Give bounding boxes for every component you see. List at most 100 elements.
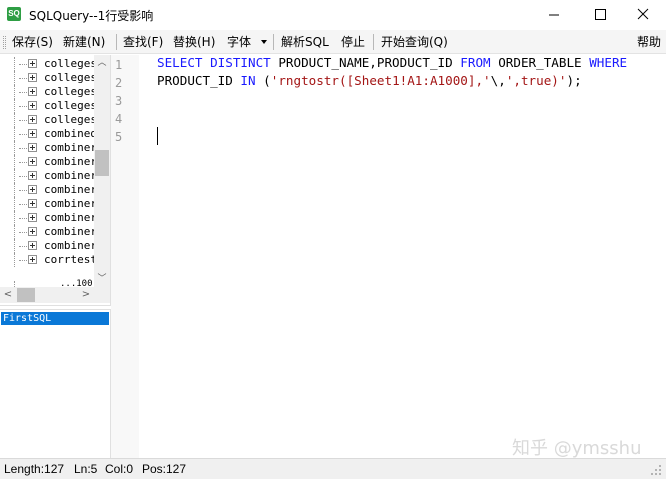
tree-item[interactable]: combiner <box>0 183 97 197</box>
expand-plus-icon[interactable] <box>28 255 37 264</box>
window-title: SQLQuery--1行受影响 <box>29 9 154 23</box>
expand-plus-icon[interactable] <box>28 213 37 222</box>
expand-plus-icon[interactable] <box>28 227 37 236</box>
watermark: 知乎 @ymsshu <box>512 438 642 459</box>
tree-line <box>19 176 27 177</box>
new-button[interactable]: 新建(N) <box>63 33 105 51</box>
find-button[interactable]: 查找(F) <box>123 33 163 51</box>
tree-line <box>14 239 15 253</box>
close-icon <box>637 8 649 20</box>
table-tree[interactable]: colleges colleges colleges colleges colleges… <box>0 55 111 306</box>
expand-plus-icon[interactable] <box>28 185 37 194</box>
tree-item[interactable]: combiner <box>0 141 97 155</box>
resize-grip-icon[interactable] <box>650 464 662 476</box>
code-line-2: PRODUCT_ID IN ('rngtostr([Sheet1!A1:A100… <box>157 72 582 90</box>
tree-item-label: combiner <box>44 239 97 252</box>
code-text: PRODUCT_ID <box>157 73 241 88</box>
tree-item[interactable]: colleges <box>0 99 97 113</box>
tree-line <box>19 204 27 205</box>
line-number: 5 <box>115 130 123 144</box>
tree-item[interactable]: combiner <box>0 239 97 253</box>
tree-item[interactable]: combined <box>0 127 97 141</box>
expand-plus-icon[interactable] <box>28 171 37 180</box>
tree-item[interactable]: combiner <box>0 155 97 169</box>
string-literal: 'rngtostr([Sheet1!A1:A1000],' <box>270 73 491 88</box>
tree-item-label: combiner <box>44 183 97 196</box>
line-number: 2 <box>115 76 123 90</box>
tree-line <box>14 85 15 99</box>
tree-line <box>19 246 27 247</box>
parse-sql-button[interactable]: 解析SQL <box>281 33 329 51</box>
expand-plus-icon[interactable] <box>28 199 37 208</box>
code-text: ORDER_TABLE <box>490 55 590 70</box>
query-item-firstsql[interactable]: FirstSQL <box>1 312 109 325</box>
tree-vertical-scrollbar[interactable]: ︿ ﹀ <box>94 55 110 287</box>
scroll-up-icon[interactable]: ︿ <box>94 55 110 71</box>
toolbar-grip[interactable] <box>3 36 6 49</box>
scroll-left-icon[interactable]: < <box>0 287 16 303</box>
sql-editor[interactable]: SELECT DISTINCT PRODUCT_NAME,PRODUCT_ID … <box>139 55 666 458</box>
tree-item[interactable]: colleges <box>0 71 97 85</box>
tree-item[interactable]: combiner <box>0 197 97 211</box>
expand-plus-icon[interactable] <box>28 73 37 82</box>
tree-item-label: colleges <box>44 113 97 126</box>
tree-line <box>19 162 27 163</box>
text-caret <box>157 127 158 145</box>
stop-button[interactable]: 停止 <box>341 33 365 51</box>
toolbar-separator <box>373 34 374 50</box>
expand-plus-icon[interactable] <box>28 157 37 166</box>
tree-item[interactable]: colleges <box>0 57 97 71</box>
tree-line <box>14 141 15 155</box>
expand-plus-icon[interactable] <box>28 241 37 250</box>
scroll-right-icon[interactable]: > <box>78 287 94 303</box>
tree-item-label: colleges <box>44 57 97 70</box>
scroll-corner <box>94 287 110 303</box>
maximize-button[interactable] <box>577 0 623 30</box>
tree-line <box>14 225 15 239</box>
keyword: IN <box>240 73 256 88</box>
expand-plus-icon[interactable] <box>28 115 37 124</box>
expand-plus-icon[interactable] <box>28 101 37 110</box>
keyword: FROM <box>460 55 491 70</box>
font-button[interactable]: 字体 <box>227 33 251 51</box>
tree-item-label: combiner <box>44 169 97 182</box>
tree-line <box>19 134 27 135</box>
tree-item[interactable]: colleges <box>0 113 97 127</box>
status-position: Pos:127 <box>142 462 187 476</box>
scroll-thumb[interactable] <box>17 288 35 302</box>
minimize-button[interactable] <box>531 0 577 30</box>
font-dropdown-icon[interactable] <box>261 40 267 44</box>
expand-plus-icon[interactable] <box>28 59 37 68</box>
expand-plus-icon[interactable] <box>28 143 37 152</box>
replace-button[interactable]: 替换(H) <box>173 33 215 51</box>
save-button[interactable]: 保存(S) <box>12 33 53 51</box>
tree-item[interactable]: combiner <box>0 225 97 239</box>
tree-horizontal-scrollbar[interactable]: < > <box>0 287 94 303</box>
keyword: SELECT DISTINCT <box>157 55 271 70</box>
status-line: Ln:5 <box>74 462 98 476</box>
tree-item-label: combiner <box>44 211 97 224</box>
code-text: PRODUCT_NAME,PRODUCT_ID <box>270 55 461 70</box>
tree-line <box>14 127 15 141</box>
tree-item-label: colleges <box>44 71 97 84</box>
tree-item[interactable]: combiner <box>0 211 97 225</box>
expand-plus-icon[interactable] <box>28 129 37 138</box>
status-column: Col:0 <box>105 462 134 476</box>
tree-line <box>14 113 15 127</box>
tree-item[interactable]: colleges <box>0 85 97 99</box>
tree-item-label: colleges <box>44 85 97 98</box>
tree-line <box>19 120 27 121</box>
tree-line <box>19 148 27 149</box>
help-button[interactable]: 帮助 <box>637 33 661 51</box>
scroll-thumb[interactable] <box>95 150 109 176</box>
expand-plus-icon[interactable] <box>28 87 37 96</box>
tree-item[interactable]: combiner <box>0 169 97 183</box>
code-text: ); <box>566 73 582 88</box>
query-list[interactable]: FirstSQL <box>0 309 111 458</box>
scroll-down-icon[interactable]: ﹀ <box>94 271 110 287</box>
tree-item[interactable]: corrtest <box>0 253 97 267</box>
start-query-button[interactable]: 开始查询(Q) <box>381 33 448 51</box>
close-button[interactable] <box>620 0 666 30</box>
line-number: 1 <box>115 58 123 72</box>
tree-line <box>14 169 15 183</box>
